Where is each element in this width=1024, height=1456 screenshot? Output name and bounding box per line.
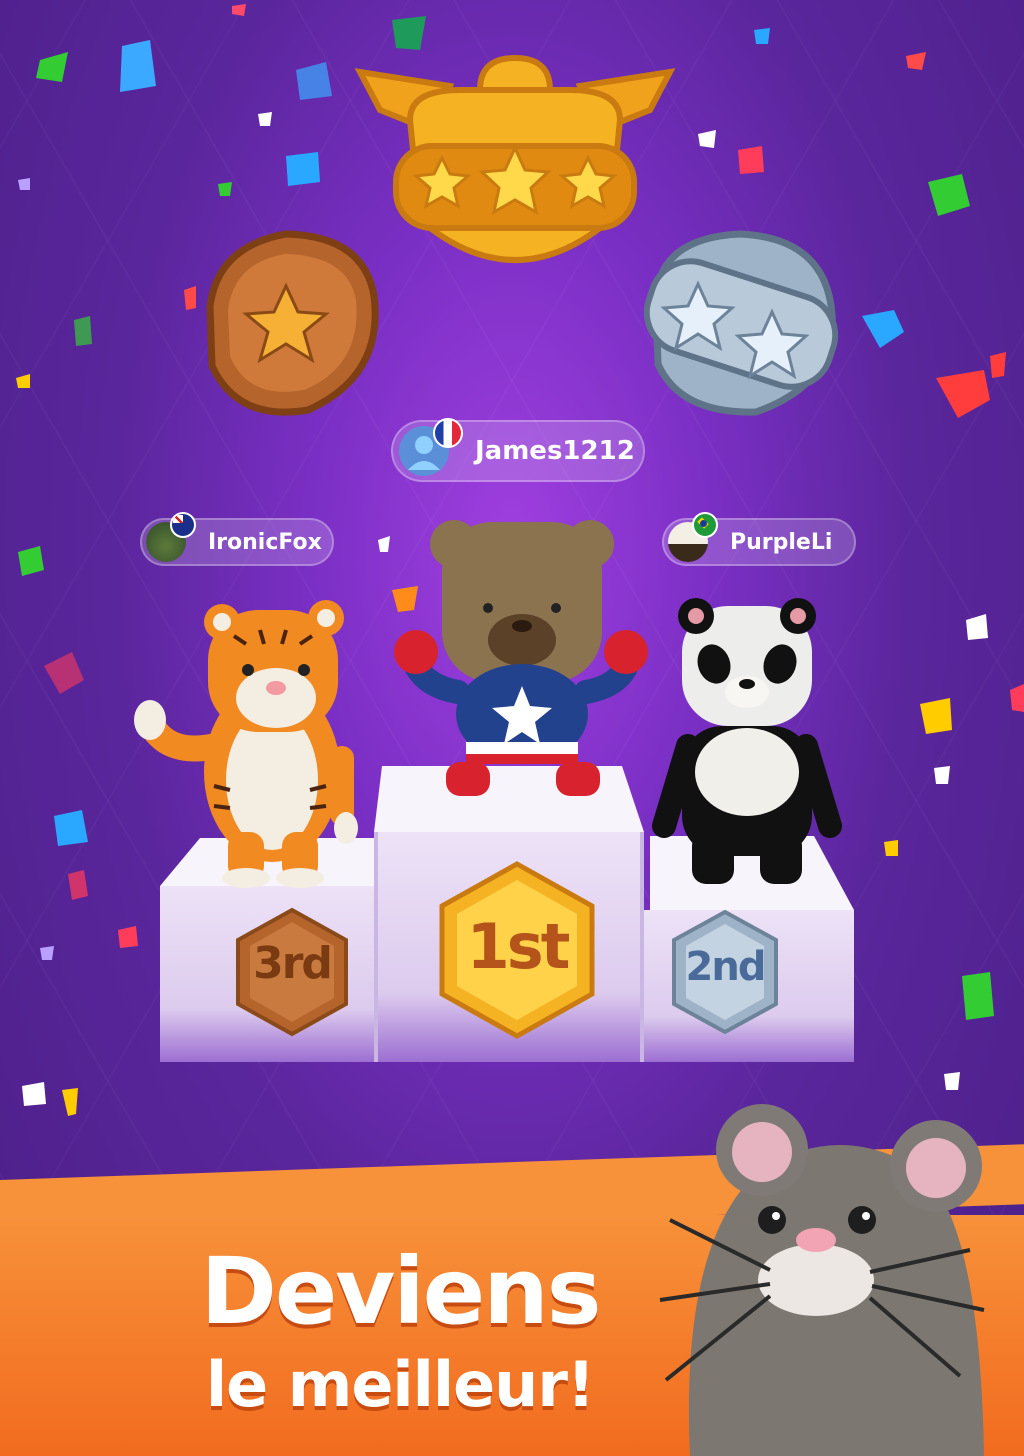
- confetti-piece: [62, 1088, 78, 1116]
- confetti-piece: [120, 40, 156, 92]
- third-place-label: 3rd: [253, 938, 333, 989]
- mouse-character: [659, 1104, 985, 1456]
- confetti-piece: [16, 374, 30, 388]
- tiger-character: [134, 600, 358, 888]
- confetti-piece: [118, 926, 138, 948]
- confetti-piece: [40, 946, 54, 960]
- confetti-piece: [258, 112, 272, 126]
- confetti-piece: [944, 1072, 960, 1090]
- confetti-piece: [920, 698, 952, 734]
- player-tag-second[interactable]: PurpleLi: [662, 512, 856, 566]
- flag-brazil-icon: [692, 512, 718, 538]
- avatar: [399, 418, 463, 476]
- confetti-piece: [884, 840, 898, 856]
- confetti-piece: [738, 146, 764, 174]
- player-name-third: IronicFox: [208, 529, 322, 555]
- confetti-piece: [44, 652, 84, 694]
- silver-badge-icon: [643, 230, 839, 416]
- confetti-piece: [74, 316, 92, 346]
- confetti-piece: [990, 352, 1006, 378]
- confetti-piece: [286, 152, 320, 186]
- flag-france-icon: [433, 418, 463, 448]
- confetti-piece: [698, 130, 716, 148]
- confetti-piece: [296, 62, 332, 100]
- first-place-label: 1st: [466, 910, 571, 983]
- confetti-piece: [1010, 684, 1024, 712]
- confetti-piece: [36, 52, 68, 82]
- bronze-badge-icon: [206, 230, 379, 416]
- confetti-piece: [862, 310, 904, 348]
- avatar: [146, 512, 196, 562]
- player-name-first: James1212: [475, 436, 635, 466]
- confetti-piece: [68, 870, 88, 900]
- confetti-piece: [966, 614, 988, 640]
- confetti-piece: [18, 178, 30, 190]
- confetti-piece: [54, 810, 88, 846]
- flag-australia-icon: [170, 512, 196, 538]
- confetti-piece: [928, 174, 970, 216]
- confetti-piece: [962, 972, 994, 1020]
- confetti-piece: [218, 182, 232, 196]
- avatar: [668, 512, 718, 562]
- bear-character: [394, 520, 648, 796]
- second-place-label: 2nd: [685, 944, 767, 990]
- player-tag-third[interactable]: IronicFox: [140, 512, 334, 566]
- headline-line2: le meilleur!: [205, 1348, 595, 1421]
- headline-line1: Deviens: [200, 1238, 602, 1345]
- confetti-piece: [392, 16, 426, 50]
- confetti-piece: [936, 370, 990, 418]
- panda-character: [652, 598, 842, 884]
- confetti-piece: [754, 28, 770, 44]
- player-name-second: PurpleLi: [730, 529, 833, 555]
- confetti-piece: [934, 766, 950, 784]
- confetti-piece: [18, 546, 44, 576]
- confetti-piece: [906, 52, 926, 70]
- player-tag-first[interactable]: James1212: [391, 418, 645, 482]
- confetti-piece: [22, 1082, 46, 1106]
- confetti-piece: [232, 4, 246, 16]
